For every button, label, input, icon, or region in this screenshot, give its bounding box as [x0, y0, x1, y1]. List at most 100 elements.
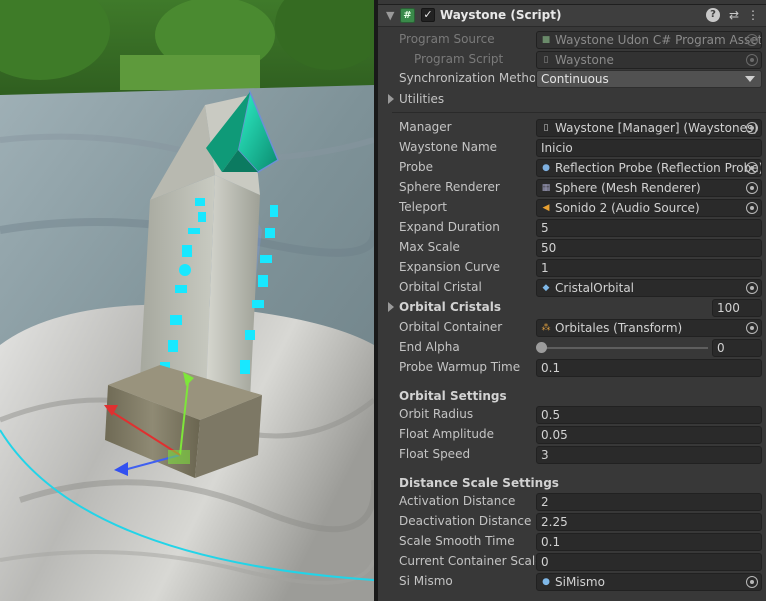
current-container-scale-input[interactable]: 0: [536, 553, 762, 571]
sphere-renderer-label: Sphere Renderer: [399, 180, 500, 194]
probe-label: Probe: [399, 160, 434, 174]
expansion-curve-input[interactable]: 1: [536, 259, 762, 277]
max-scale-label: Max Scale: [399, 240, 460, 254]
distance-scale-settings-header: Distance Scale Settings: [399, 476, 559, 490]
float-speed-input[interactable]: 3: [536, 446, 762, 464]
program-source-label: Program Source: [399, 32, 495, 46]
probe-field[interactable]: ● Reflection Probe (Reflection Probe): [536, 159, 762, 177]
foldout-arrow-icon[interactable]: [388, 94, 394, 104]
probe-warmup-row: Probe Warmup Time 0.1: [378, 358, 766, 378]
probe-warmup-input[interactable]: 0.1: [536, 359, 762, 377]
program-script-field: ▯ Waystone: [536, 51, 762, 69]
teleport-field[interactable]: ◀ Sonido 2 (Audio Source): [536, 199, 762, 217]
teleport-value: Sonido 2 (Audio Source): [555, 201, 700, 215]
scale-smooth-time-row: Scale Smooth Time 0.1: [378, 532, 766, 552]
expansion-curve-label: Expansion Curve: [399, 260, 501, 274]
foldout-arrow-icon[interactable]: [388, 302, 394, 312]
component-title: Waystone (Script): [440, 8, 562, 22]
array-size-input[interactable]: 100: [712, 299, 762, 317]
presets-icon[interactable]: ⇄: [727, 8, 741, 22]
orbital-cristals-foldout[interactable]: Orbital Cristals 100: [378, 298, 766, 318]
sphere-renderer-row: Sphere Renderer ▦ Sphere (Mesh Renderer): [378, 178, 766, 198]
deactivation-distance-input[interactable]: 2.25: [536, 513, 762, 531]
activation-distance-label: Activation Distance: [399, 494, 516, 508]
manager-label: Manager: [399, 120, 452, 134]
orbital-cristal-row: Orbital Cristal ◆ CristalOrbital: [378, 278, 766, 298]
teleport-row: Teleport ◀ Sonido 2 (Audio Source): [378, 198, 766, 218]
mesh-renderer-icon: ▦: [541, 183, 551, 193]
context-menu-icon[interactable]: ⋮: [746, 8, 760, 22]
float-amplitude-input[interactable]: 0.05: [536, 426, 762, 444]
scene-view[interactable]: [0, 0, 374, 601]
activation-distance-row: Activation Distance 2: [378, 492, 766, 512]
sync-method-dropdown[interactable]: Continuous: [536, 70, 762, 88]
waystone-name-row: Waystone Name Inicio: [378, 138, 766, 158]
object-picker-icon[interactable]: [746, 322, 758, 334]
orbit-radius-row: Orbit Radius 0.5: [378, 405, 766, 425]
si-mismo-value: SiMismo: [555, 575, 605, 589]
expand-duration-input[interactable]: 5: [536, 219, 762, 237]
manager-value: Waystone [Manager] (Waystones): [555, 121, 758, 135]
waystone-name-input[interactable]: Inicio: [536, 139, 762, 157]
section-divider: [392, 112, 766, 113]
orbital-container-label: Orbital Container: [399, 320, 503, 334]
end-alpha-label: End Alpha: [399, 340, 460, 354]
scale-smooth-time-input[interactable]: 0.1: [536, 533, 762, 551]
scale-smooth-time-label: Scale Smooth Time: [399, 534, 515, 548]
si-mismo-row: Si Mismo ● SiMismo: [378, 572, 766, 592]
end-alpha-input[interactable]: 0: [712, 339, 762, 357]
help-icon[interactable]: ?: [706, 8, 720, 22]
manager-field[interactable]: ▯ Waystone [Manager] (Waystones): [536, 119, 762, 137]
script-file-icon: ▯: [543, 123, 549, 133]
program-asset-icon: ■: [541, 35, 551, 45]
float-speed-row: Float Speed 3: [378, 445, 766, 465]
dropdown-caret-icon: [745, 76, 755, 82]
sync-method-row: Synchronization Method Continuous: [378, 69, 766, 89]
component-enabled-checkbox[interactable]: ✓: [421, 8, 435, 22]
waystone-name-label: Waystone Name: [399, 140, 498, 154]
object-picker-icon[interactable]: [746, 576, 758, 588]
orbital-container-field[interactable]: ⁂ Orbitales (Transform): [536, 319, 762, 337]
object-picker-icon: [746, 54, 758, 66]
deactivation-distance-label: Deactivation Distance: [399, 514, 532, 528]
probe-row: Probe ● Reflection Probe (Reflection Pro…: [378, 158, 766, 178]
sync-method-label: Synchronization Method: [399, 71, 535, 85]
program-script-label: Program Script: [414, 52, 504, 66]
program-source-field: ■ Waystone Udon C# Program Asset: [536, 31, 762, 49]
program-script-row: Program Script ▯ Waystone: [378, 50, 766, 70]
activation-distance-input[interactable]: 2: [536, 493, 762, 511]
object-picker-icon[interactable]: [746, 182, 758, 194]
orbital-container-row: Orbital Container ⁂ Orbitales (Transform…: [378, 318, 766, 338]
object-picker-icon: [746, 34, 758, 46]
object-picker-icon[interactable]: [746, 202, 758, 214]
program-script-value: Waystone: [555, 53, 614, 67]
orbital-settings-header: Orbital Settings: [399, 389, 507, 403]
current-container-scale-label: Current Container Scale: [399, 554, 543, 568]
script-file-icon: ▯: [543, 55, 549, 65]
end-alpha-slider-track[interactable]: [540, 347, 708, 349]
orbital-cristals-label: Orbital Cristals: [399, 300, 502, 314]
program-source-row: Program Source ■ Waystone Udon C# Progra…: [378, 30, 766, 50]
end-alpha-slider-handle[interactable]: [536, 342, 547, 353]
object-picker-icon[interactable]: [746, 122, 758, 134]
object-picker-icon[interactable]: [746, 282, 758, 294]
orbital-container-value: Orbitales (Transform): [555, 321, 683, 335]
max-scale-row: Max Scale 50: [378, 238, 766, 258]
orbital-cristal-field[interactable]: ◆ CristalOrbital: [536, 279, 762, 297]
sphere-renderer-field[interactable]: ▦ Sphere (Mesh Renderer): [536, 179, 762, 197]
foldout-arrow-icon[interactable]: ▼: [386, 9, 394, 22]
teleport-label: Teleport: [399, 200, 447, 214]
float-amplitude-label: Float Amplitude: [399, 427, 494, 441]
expand-duration-label: Expand Duration: [399, 220, 500, 234]
si-mismo-field[interactable]: ● SiMismo: [536, 573, 762, 591]
sync-method-value: Continuous: [541, 72, 609, 86]
reflection-probe-icon: ●: [542, 163, 550, 173]
object-picker-icon[interactable]: [746, 162, 758, 174]
float-amplitude-row: Float Amplitude 0.05: [378, 425, 766, 445]
probe-value: Reflection Probe (Reflection Probe): [555, 161, 762, 175]
orbital-cristal-value: CristalOrbital: [555, 281, 635, 295]
max-scale-input[interactable]: 50: [536, 239, 762, 257]
orbit-radius-input[interactable]: 0.5: [536, 406, 762, 424]
utilities-foldout[interactable]: Utilities: [378, 90, 766, 110]
component-header[interactable]: ▼ # ✓ Waystone (Script) ? ⇄ ⋮: [378, 4, 766, 27]
